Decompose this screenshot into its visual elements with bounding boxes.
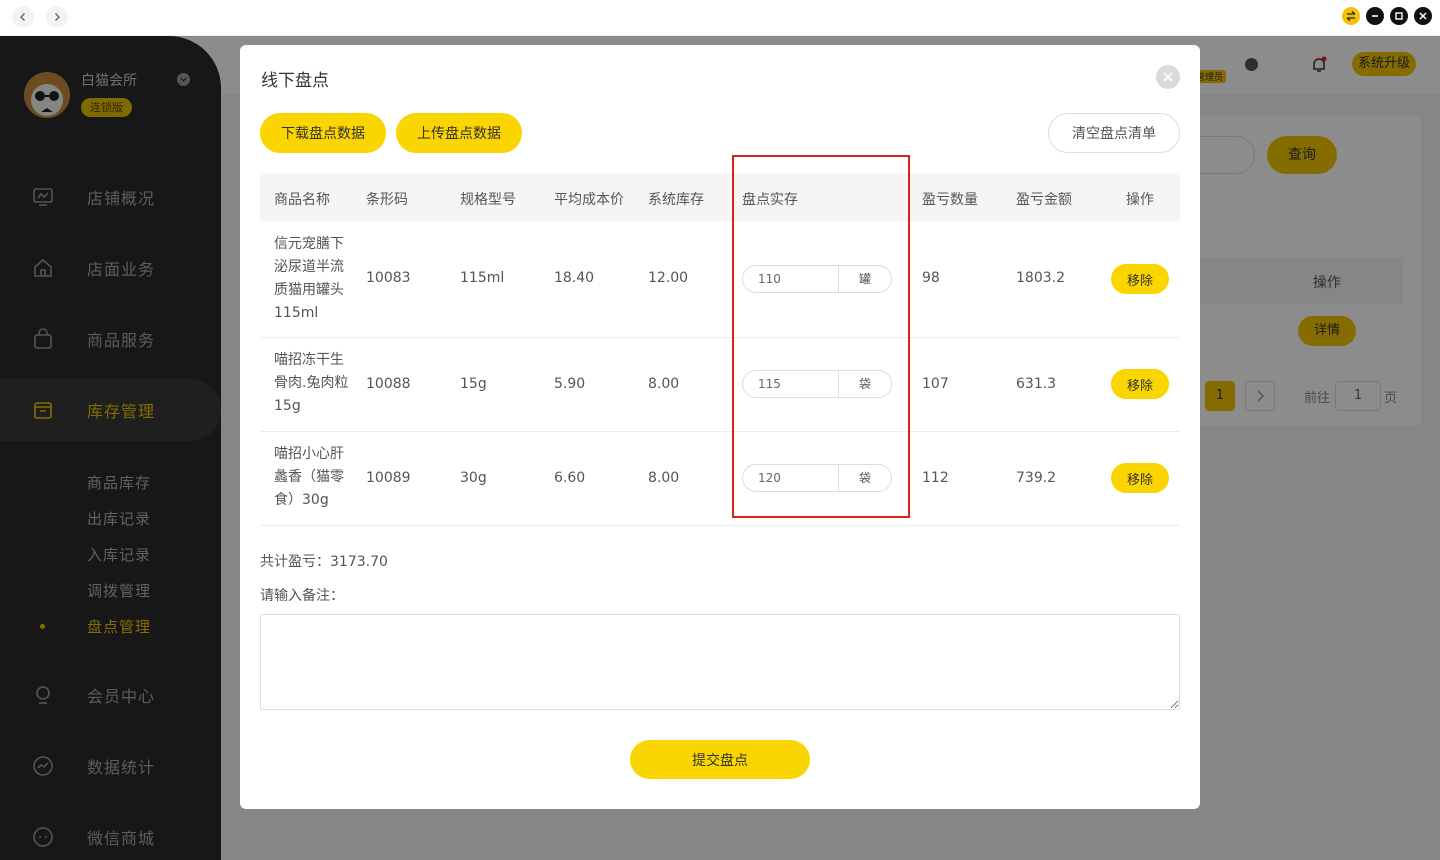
- close-window-button[interactable]: [1414, 7, 1432, 25]
- table-row: 喵招小心肝蠡香（猫零食）30g 10089 30g 6.60 8.00 120 …: [260, 432, 1180, 526]
- modal-close-button[interactable]: [1156, 65, 1180, 89]
- product-name: 喵招小心肝蠡香（猫零食）30g: [274, 446, 344, 508]
- window-titlebar: [0, 0, 1440, 36]
- diff-qty: 98: [922, 270, 940, 286]
- col-diff-amount: 盈亏金额: [1016, 192, 1072, 208]
- avg-cost: 18.40: [554, 270, 595, 286]
- col-diff-qty: 盈亏数量: [922, 192, 978, 208]
- clear-list-button[interactable]: 清空盘点清单: [1048, 113, 1180, 153]
- col-spec: 规格型号: [460, 192, 516, 208]
- product-name: 信元宠膳下泌尿道半流质猫用罐头115ml: [274, 236, 344, 321]
- barcode: 10083: [366, 270, 411, 286]
- back-button[interactable]: [12, 6, 34, 28]
- modal-title: 线下盘点: [261, 71, 329, 91]
- remark-label: 请输入备注：: [260, 588, 344, 604]
- switch-window-button[interactable]: [1342, 7, 1360, 25]
- total-profit-loss: 共计盈亏：3173.70: [260, 554, 388, 570]
- spec: 30g: [460, 470, 487, 486]
- submit-stocktake-button[interactable]: 提交盘点: [630, 740, 810, 779]
- barcode: 10088: [366, 376, 411, 392]
- diff-amount: 631.3: [1016, 376, 1057, 392]
- maximize-button[interactable]: [1390, 7, 1408, 25]
- chevron-left-icon: [20, 13, 25, 21]
- close-icon: [1163, 72, 1173, 82]
- col-barcode: 条形码: [366, 192, 408, 208]
- avg-cost: 5.90: [554, 376, 586, 392]
- remark-textarea[interactable]: [260, 614, 1180, 710]
- swap-icon: [1346, 11, 1356, 21]
- avg-cost: 6.60: [554, 470, 586, 486]
- highlight-annotation-box: [732, 155, 910, 518]
- diff-qty: 112: [922, 470, 949, 486]
- close-icon: [1419, 12, 1427, 20]
- system-stock: 12.00: [648, 270, 689, 286]
- diff-amount: 739.2: [1016, 470, 1057, 486]
- remove-button[interactable]: 移除: [1111, 369, 1169, 399]
- forward-button[interactable]: [46, 6, 68, 28]
- col-name: 商品名称: [274, 192, 330, 208]
- table-header: 商品名称 条形码 规格型号 平均成本价 系统库存 盘点实存 盈亏数量 盈亏金额 …: [260, 173, 1180, 221]
- download-data-button[interactable]: 下载盘点数据: [260, 113, 386, 153]
- maximize-icon: [1395, 12, 1403, 20]
- upload-data-button[interactable]: 上传盘点数据: [396, 113, 522, 153]
- minimize-button[interactable]: [1366, 7, 1384, 25]
- system-stock: 8.00: [648, 376, 680, 392]
- col-cost: 平均成本价: [554, 192, 624, 208]
- stocktake-modal: 线下盘点 下载盘点数据 上传盘点数据 清空盘点清单 商品名称 条形码 规格型号 …: [240, 45, 1200, 809]
- table-row: 信元宠膳下泌尿道半流质猫用罐头115ml 10083 115ml 18.40 1…: [260, 221, 1180, 338]
- spec: 15g: [460, 376, 487, 392]
- remove-button[interactable]: 移除: [1111, 463, 1169, 493]
- diff-qty: 107: [922, 376, 949, 392]
- table-row: 喵招冻干生骨肉.兔肉粒15g 10088 15g 5.90 8.00 115 袋…: [260, 338, 1180, 432]
- minimize-icon: [1372, 15, 1378, 17]
- remove-button[interactable]: 移除: [1111, 264, 1169, 294]
- spec: 115ml: [460, 270, 505, 286]
- barcode: 10089: [366, 470, 411, 486]
- diff-amount: 1803.2: [1016, 270, 1065, 286]
- col-ops: 操作: [1126, 192, 1154, 208]
- system-stock: 8.00: [648, 470, 680, 486]
- col-system-stock: 系统库存: [648, 192, 704, 208]
- product-name: 喵招冻干生骨肉.兔肉粒15g: [274, 352, 349, 414]
- chevron-right-icon: [55, 13, 60, 21]
